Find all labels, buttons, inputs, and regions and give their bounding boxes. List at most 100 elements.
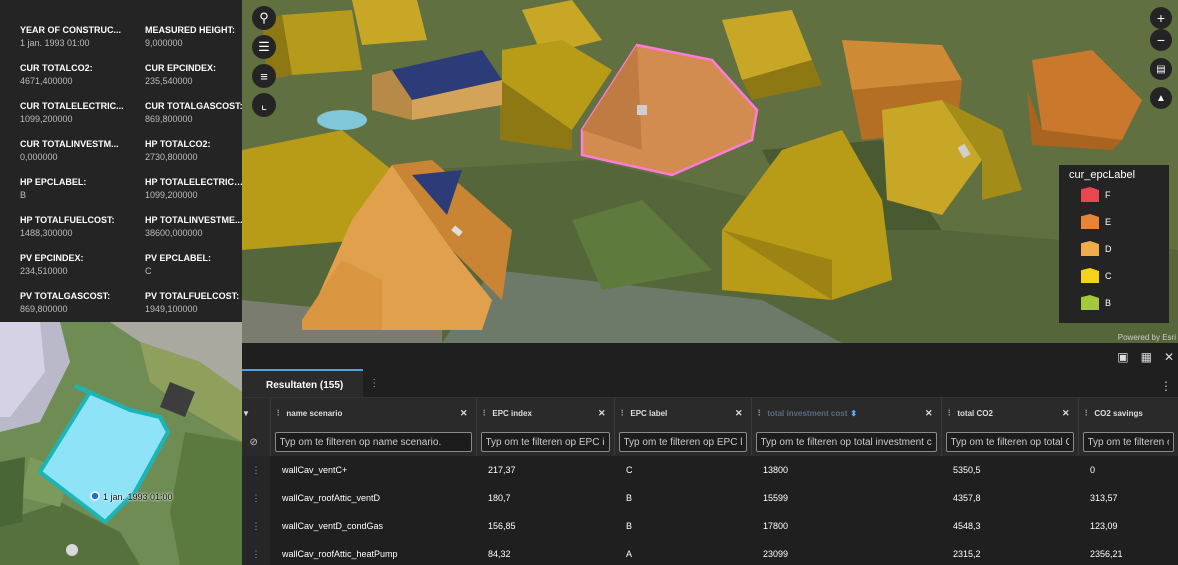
column-label: name scenario: [286, 408, 343, 418]
stairs-icon: ⌞: [260, 97, 268, 112]
table-cell: 123,09: [1090, 521, 1118, 531]
attribute-key: CUR TOTALELECTRIC...: [20, 101, 124, 111]
attribute-key: HP TOTALINVESTME...: [145, 215, 242, 225]
remove-column-icon[interactable]: ✕: [1062, 408, 1070, 419]
attribute-key: MEASURED HEIGHT:: [145, 25, 236, 35]
legend-button[interactable]: ≡: [252, 64, 276, 88]
results-toolbar: ▣ ▦ ✕: [242, 343, 1178, 370]
remove-column-icon[interactable]: ✕: [460, 408, 468, 419]
attribute-item: PV TOTALGASCOST: 869,800000: [20, 290, 145, 316]
drag-handle-icon[interactable]: ⠇: [621, 409, 627, 418]
filter-cell: [751, 428, 942, 456]
column-filter-input[interactable]: [1082, 432, 1174, 453]
3d-scene-view[interactable]: ⚲ ☰ ≡ ⌞ + − ▤ ▲ cur_epcLabel F E D C B Power…: [242, 0, 1178, 343]
table-cell: 23099: [763, 549, 789, 559]
results-tab-bar: Resultaten (155) ⋮: [242, 369, 1178, 398]
column-header[interactable]: ⠇ total CO2 ✕: [941, 398, 1079, 428]
zoom-out-button[interactable]: −: [1150, 29, 1172, 51]
attribute-value: B: [20, 190, 27, 200]
table-cell: 5350,5: [953, 465, 981, 475]
overview-map-imagery: [0, 322, 242, 565]
attribute-value: 1099,200000: [20, 114, 73, 124]
table-row[interactable]: ⋮ wallCav_ventC+ 217,37 C 13800 5350,5 0: [242, 456, 1178, 484]
attribute-item: PV TOTALFUELCOST: 1949,100000: [145, 290, 242, 316]
column-filter-input[interactable]: [755, 432, 937, 453]
legend-swatch: [1081, 214, 1099, 229]
bookmarks-button[interactable]: ▤: [1150, 58, 1172, 80]
dock-icon[interactable]: ▣: [1117, 350, 1128, 364]
sort-icon[interactable]: ⬍: [850, 409, 857, 418]
point-label: 1 jan. 1993 01:00: [103, 492, 173, 502]
clear-filters[interactable]: ⊘: [242, 428, 271, 456]
layers-icon: ☰: [258, 39, 270, 54]
attribute-item: PV EPCINDEX: 234,510000: [20, 252, 145, 278]
table-header-row: ▼ ⠇ name scenario ✕ ⠇ EPC index ✕ ⠇ EPC label ✕ ⠇…: [242, 398, 1178, 428]
column-header[interactable]: ⠇ name scenario ✕: [270, 398, 477, 428]
drag-handle-icon[interactable]: ⠇: [758, 409, 764, 418]
clear-filter-icon: ⊘: [249, 436, 258, 448]
location-pin-icon[interactable]: [90, 491, 100, 501]
filter-cell: [941, 428, 1079, 456]
attribution-text[interactable]: Powered by Esri: [1118, 333, 1176, 342]
legend-list: F E D C B: [1069, 181, 1159, 316]
drag-handle-icon[interactable]: ⠇: [948, 409, 954, 418]
overview-map[interactable]: 1 jan. 1993 01:00: [0, 322, 242, 565]
column-filter-input[interactable]: [618, 432, 747, 453]
column-header[interactable]: ⠇ EPC index ✕: [476, 398, 615, 428]
table-cell: B: [626, 493, 633, 503]
column-filter-input[interactable]: [274, 432, 472, 453]
more-options-icon[interactable]: ⋮: [1160, 379, 1172, 393]
filter-cell: [614, 428, 752, 456]
row-menu-icon[interactable]: ⋮: [242, 512, 270, 540]
tab-results[interactable]: Resultaten (155): [242, 369, 364, 397]
attribute-item: MEASURED HEIGHT: 9,000000: [145, 24, 242, 50]
remove-column-icon[interactable]: ✕: [598, 408, 606, 419]
attribute-value: 38600,000000: [145, 228, 203, 238]
table-cell: 15599: [763, 493, 789, 503]
table-row[interactable]: ⋮ wallCav_roofAttic_heatPump 84,32 A 23099 23…: [242, 540, 1178, 565]
search-button[interactable]: ⚲: [252, 6, 276, 30]
row-menu-icon[interactable]: ⋮: [242, 456, 270, 484]
attribute-value: 9,000000: [145, 38, 183, 48]
filter-toggle[interactable]: ▼: [242, 398, 271, 428]
compass-icon: ▲: [1156, 92, 1166, 104]
remove-column-icon[interactable]: ✕: [925, 408, 933, 419]
drag-handle-icon[interactable]: ⠇: [277, 409, 283, 418]
attribute-value: 234,510000: [20, 266, 68, 276]
zoom-in-button[interactable]: +: [1150, 7, 1172, 29]
column-filter-input[interactable]: [480, 432, 610, 453]
remove-column-icon[interactable]: ✕: [735, 408, 743, 419]
column-header[interactable]: ⠇ total investment cost ⬍ ✕: [751, 398, 942, 428]
row-menu-icon[interactable]: ⋮: [242, 484, 270, 512]
save-icon[interactable]: ▦: [1141, 350, 1152, 364]
table-cell: 313,57: [1090, 493, 1118, 503]
drag-handle-icon[interactable]: ⠇: [483, 409, 489, 418]
column-label: EPC label: [630, 408, 668, 418]
table-row[interactable]: ⋮ wallCav_ventD_condGas 156,85 B 17800 4548,3…: [242, 512, 1178, 540]
compass-button[interactable]: ▲: [1150, 87, 1172, 109]
table-cell: C: [626, 465, 633, 475]
drag-handle-icon[interactable]: ⠇: [1085, 409, 1091, 418]
attribute-key: HP EPCLABEL:: [20, 177, 87, 187]
table-body: ⋮ wallCav_ventC+ 217,37 C 13800 5350,5 0 ⋮ wallC…: [242, 456, 1178, 565]
attribute-key: CUR TOTALCO2:: [20, 63, 93, 73]
table-cell: 2356,21: [1090, 549, 1123, 559]
table-row[interactable]: ⋮ wallCav_roofAttic_ventD 180,7 B 15599 4357,…: [242, 484, 1178, 512]
legend-swatch: [1081, 241, 1099, 256]
tab-options-icon[interactable]: ⋮: [369, 378, 379, 397]
attribute-key: CUR TOTALGASCOST:: [145, 101, 242, 111]
elevation-button[interactable]: ⌞: [252, 93, 276, 117]
tab-label: Resultaten (155): [266, 380, 344, 391]
close-icon[interactable]: ✕: [1164, 350, 1174, 364]
legend-label: B: [1105, 297, 1112, 308]
column-filter-input[interactable]: [945, 432, 1074, 453]
attribute-key: HP TOTALCO2:: [145, 139, 211, 149]
column-header[interactable]: ⠇ EPC label ✕: [614, 398, 752, 428]
layers-button[interactable]: ☰: [252, 35, 276, 59]
attribute-key: PV TOTALFUELCOST:: [145, 291, 240, 301]
attribute-value: 1 jan. 1993 01:00: [20, 38, 90, 48]
column-header[interactable]: ⠇ CO2 savings: [1078, 398, 1178, 428]
attribute-value: 235,540000: [145, 76, 193, 86]
row-menu-icon[interactable]: ⋮: [242, 540, 270, 565]
column-label: CO2 savings: [1094, 408, 1143, 418]
